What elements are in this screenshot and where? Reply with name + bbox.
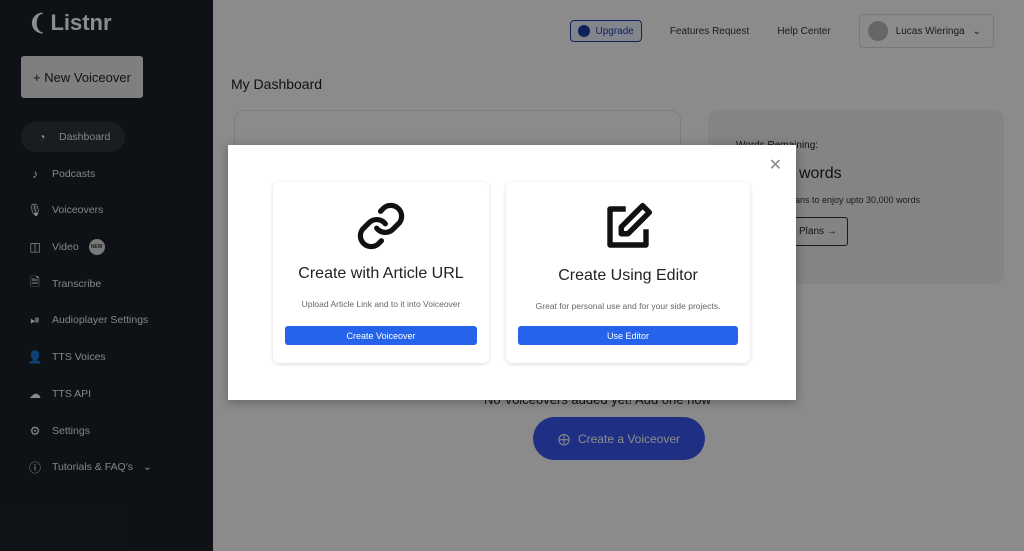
- create-voiceover-button[interactable]: Create Voiceover: [285, 326, 477, 345]
- editor-card[interactable]: Create Using Editor Great for personal u…: [506, 182, 750, 363]
- article-url-card[interactable]: Create with Article URL Upload Article L…: [273, 182, 489, 363]
- close-icon[interactable]: ✕: [769, 155, 782, 175]
- edit-icon: [607, 202, 653, 248]
- use-editor-button[interactable]: Use Editor: [518, 326, 738, 345]
- link-icon: [357, 202, 405, 250]
- create-modal: ✕ Create with Article URL Upload Article…: [228, 145, 796, 400]
